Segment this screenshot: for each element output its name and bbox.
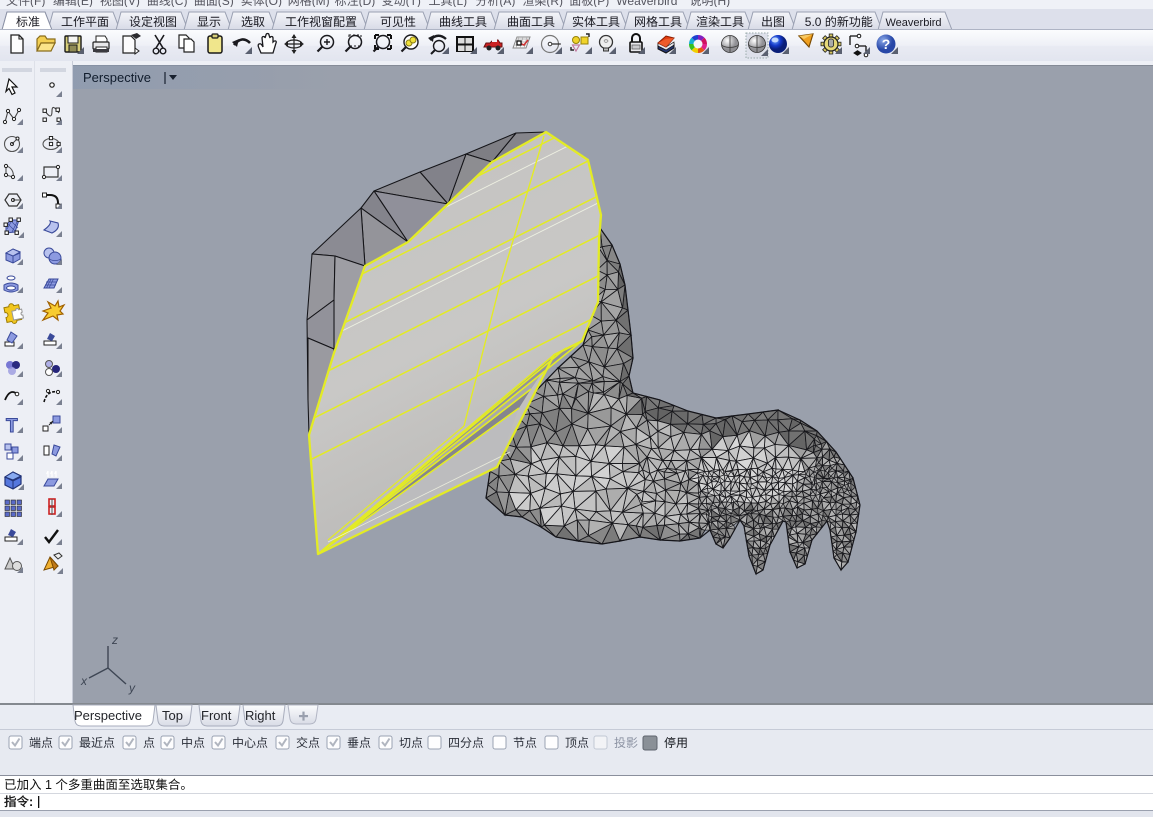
svg-text:(P): (P) bbox=[593, 0, 609, 7]
svg-text:(T): (T) bbox=[406, 0, 421, 7]
svg-text:Perspective: Perspective bbox=[83, 70, 151, 85]
svg-text:(R): (R) bbox=[546, 0, 563, 7]
svg-text:(L): (L) bbox=[453, 0, 468, 7]
svg-text:(H): (H) bbox=[714, 0, 731, 7]
svg-text::: : bbox=[29, 795, 33, 809]
svg-text:(O): (O) bbox=[265, 0, 282, 7]
svg-text:T: T bbox=[6, 416, 18, 437]
svg-text:y: y bbox=[128, 681, 136, 695]
svg-text:(F): (F) bbox=[30, 0, 45, 7]
svg-text:1: 1 bbox=[45, 778, 52, 792]
svg-text:(M): (M) bbox=[312, 0, 330, 7]
svg-text:Weaverbird: Weaverbird bbox=[616, 0, 677, 7]
svg-text:?: ? bbox=[882, 36, 891, 52]
svg-text:(V): (V) bbox=[124, 0, 140, 7]
svg-text:(A): (A) bbox=[499, 0, 515, 7]
svg-text:z: z bbox=[111, 633, 118, 647]
svg-text:(S): (S) bbox=[218, 0, 234, 7]
svg-text:Front: Front bbox=[201, 708, 232, 723]
svg-text:Weaverbird: Weaverbird bbox=[886, 17, 942, 29]
svg-text:x: x bbox=[80, 674, 88, 688]
svg-text:Top: Top bbox=[162, 708, 183, 723]
svg-text:5.0: 5.0 bbox=[805, 15, 822, 29]
svg-text:(E): (E) bbox=[77, 0, 93, 7]
svg-text:(C): (C) bbox=[171, 0, 188, 7]
svg-text:Right: Right bbox=[245, 708, 276, 723]
svg-text:Perspective: Perspective bbox=[74, 708, 142, 723]
svg-text:(D): (D) bbox=[359, 0, 376, 7]
